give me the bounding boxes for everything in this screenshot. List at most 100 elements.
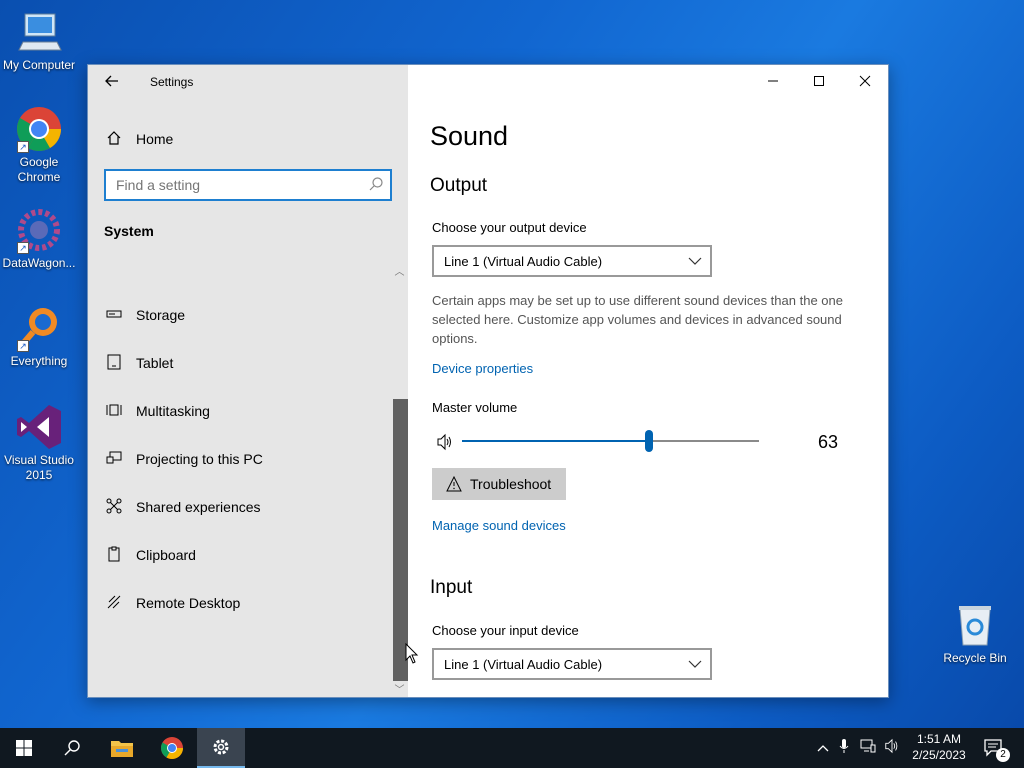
troubleshoot-button[interactable]: Troubleshoot xyxy=(432,468,566,500)
shortcut-arrow-icon: ↗ xyxy=(17,340,29,352)
output-description: Certain apps may be set up to use differ… xyxy=(432,293,843,346)
start-button[interactable] xyxy=(0,728,48,768)
nav-section-title: System xyxy=(104,223,154,239)
search-input[interactable] xyxy=(106,171,346,199)
desktop-icon-label: Google Chrome xyxy=(17,155,61,184)
desktop-icon-google-chrome[interactable]: ↗ Google Chrome xyxy=(0,105,78,185)
projecting-icon xyxy=(104,450,124,469)
device-properties-link[interactable]: Device properties xyxy=(432,361,533,376)
desktop-icon-recycle-bin[interactable]: Recycle Bin xyxy=(936,601,1014,666)
gear-icon xyxy=(213,739,229,755)
search-icon xyxy=(368,176,384,192)
clock-date: 2/25/2023 xyxy=(912,748,966,762)
desktop-icon-everything[interactable]: ↗ Everything xyxy=(0,304,78,369)
nav-list: Storage Tablet Multitasking Projecting t… xyxy=(104,291,384,627)
master-volume-label: Master volume xyxy=(432,400,518,415)
nav-item-label: Shared experiences xyxy=(136,499,261,515)
clipboard-icon xyxy=(104,546,124,565)
nav-home[interactable]: Home xyxy=(104,129,173,149)
warning-icon xyxy=(446,475,462,492)
remote-desktop-icon xyxy=(104,594,124,613)
nav-scrollbar[interactable]: ︿ ﹀ xyxy=(391,263,408,697)
show-hidden-icons-chevron-icon[interactable] xyxy=(814,739,832,757)
window-controls xyxy=(750,65,888,97)
speaker-icon[interactable] xyxy=(436,433,454,451)
nav-item-label: Storage xyxy=(136,307,186,323)
clock-time: 1:51 AM xyxy=(916,732,962,746)
home-icon xyxy=(104,130,124,149)
manage-sound-devices-link[interactable]: Manage sound devices xyxy=(432,518,566,533)
nav-item-projecting[interactable]: Projecting to this PC xyxy=(104,435,384,483)
master-volume-slider[interactable] xyxy=(462,430,759,452)
close-button[interactable] xyxy=(842,65,888,97)
windows-logo-icon xyxy=(16,740,32,756)
slider-fill xyxy=(462,440,649,442)
visual-studio-icon xyxy=(15,403,63,451)
search-button[interactable] xyxy=(48,728,96,768)
nav-item-label: Multitasking xyxy=(136,403,210,419)
nav-item-label: Remote Desktop xyxy=(136,595,241,611)
desktop-icon-label: Everything xyxy=(10,354,68,368)
search-box[interactable] xyxy=(104,169,392,201)
settings-taskbar-button[interactable] xyxy=(197,728,245,768)
tablet-icon xyxy=(104,354,124,373)
nav-item-clipboard[interactable]: Clipboard xyxy=(104,531,384,579)
recycle-bin-icon xyxy=(951,601,999,649)
slider-thumb[interactable] xyxy=(645,430,653,452)
output-device-dropdown[interactable]: Line 1 (Virtual Audio Cable) xyxy=(432,245,712,277)
input-device-value: Line 1 (Virtual Audio Cable) xyxy=(444,656,603,672)
scroll-up-icon[interactable]: ︿ xyxy=(391,263,408,279)
back-arrow-icon xyxy=(105,75,118,87)
minimize-button[interactable] xyxy=(750,65,796,97)
chevron-down-icon xyxy=(688,254,702,268)
search-icon xyxy=(64,740,80,756)
chevron-down-icon xyxy=(688,657,702,671)
nav-item-label: Tablet xyxy=(136,355,174,371)
mouse-cursor-icon xyxy=(405,643,419,664)
chrome-taskbar-button[interactable] xyxy=(148,728,196,768)
title-bar: Settings xyxy=(88,65,408,99)
maximize-icon xyxy=(814,76,824,86)
network-icon[interactable] xyxy=(856,739,880,758)
back-button[interactable] xyxy=(104,73,124,93)
desktop-icon-label: DataWagon... xyxy=(2,256,76,270)
shared-experiences-icon xyxy=(104,498,124,517)
datawagon-icon: ↗ xyxy=(15,206,63,254)
close-icon xyxy=(859,75,871,87)
nav-item-storage[interactable]: Storage xyxy=(104,291,384,339)
chrome-icon: ↗ xyxy=(15,105,63,153)
nav-item-label: Clipboard xyxy=(136,547,196,563)
desktop-icon-datawagon[interactable]: ↗ DataWagon... xyxy=(0,206,78,271)
nav-item-tablet[interactable]: Tablet xyxy=(104,339,384,387)
computer-icon xyxy=(15,8,63,56)
system-tray xyxy=(814,728,904,768)
desktop-icon-label: My Computer xyxy=(2,58,76,72)
shortcut-arrow-icon: ↗ xyxy=(17,141,29,153)
scroll-down-icon[interactable]: ﹀ xyxy=(391,681,408,697)
desktop-icon-label: Visual Studio 2015 xyxy=(4,453,74,482)
folder-icon xyxy=(111,741,133,757)
desktop-icon-my-computer[interactable]: My Computer xyxy=(0,8,78,73)
file-explorer-button[interactable] xyxy=(98,728,146,768)
troubleshoot-label: Troubleshoot xyxy=(470,476,552,492)
settings-window: Settings Home System Storage Tablet xyxy=(87,64,889,698)
desktop-icon-visual-studio[interactable]: Visual Studio 2015 xyxy=(0,403,78,483)
output-device-label: Choose your output device xyxy=(432,220,587,235)
scrollbar-thumb[interactable] xyxy=(393,399,408,681)
volume-icon[interactable] xyxy=(880,738,904,759)
maximize-button[interactable] xyxy=(796,65,842,97)
microphone-icon[interactable] xyxy=(832,738,856,759)
nav-item-remote-desktop[interactable]: Remote Desktop xyxy=(104,579,384,627)
nav-item-multitasking[interactable]: Multitasking xyxy=(104,387,384,435)
multitasking-icon xyxy=(104,402,124,421)
taskbar: 1:51 AM 2/25/2023 2 xyxy=(0,728,1024,768)
nav-home-label: Home xyxy=(136,131,174,147)
nav-item-shared-experiences[interactable]: Shared experiences xyxy=(104,483,384,531)
settings-nav-pane: Settings Home System Storage Tablet xyxy=(88,65,408,697)
action-center-button[interactable]: 2 xyxy=(970,728,1018,768)
input-device-dropdown[interactable]: Line 1 (Virtual Audio Cable) xyxy=(432,648,712,680)
shortcut-arrow-icon: ↗ xyxy=(17,242,29,254)
taskbar-clock[interactable]: 1:51 AM 2/25/2023 xyxy=(908,731,970,763)
page-title: Sound xyxy=(430,121,509,151)
master-volume-row: 63 xyxy=(432,427,852,457)
